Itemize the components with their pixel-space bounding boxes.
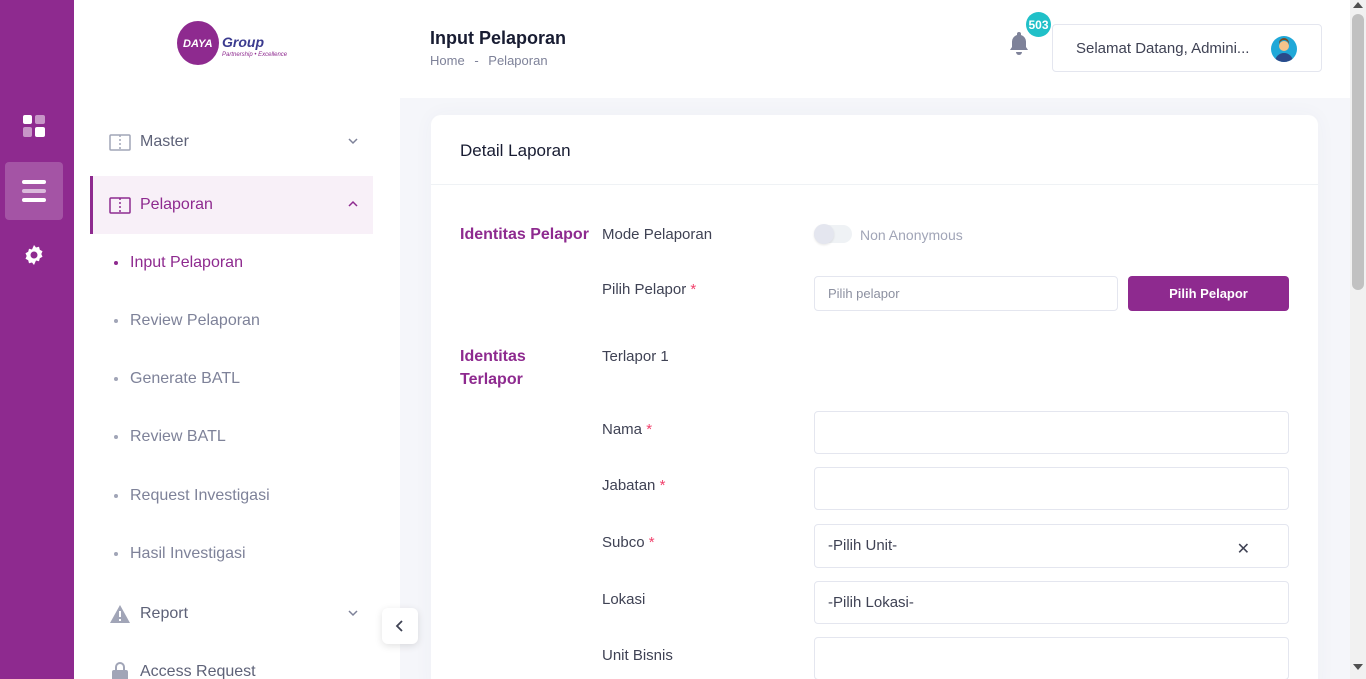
clear-icon[interactable]: ✕	[1237, 539, 1250, 559]
section-identitas-terlapor: Identitas Terlapor	[460, 345, 526, 391]
jabatan-input[interactable]	[814, 467, 1289, 510]
user-menu-button[interactable]: Selamat Datang, Admini...	[1052, 24, 1322, 72]
sidebar-item-label: Access Request	[140, 663, 256, 679]
mode-pelaporan-label: Mode Pelaporan	[602, 226, 713, 243]
svg-text:Group: Group	[222, 34, 264, 50]
required-mark: *	[690, 281, 697, 298]
required-mark: *	[648, 534, 655, 551]
gear-icon	[25, 245, 43, 265]
book-icon	[109, 197, 131, 214]
company-logo[interactable]: DAYA Group Partnership • Excellence	[176, 20, 306, 66]
svg-text:Partnership • Excellence: Partnership • Excellence	[222, 52, 288, 58]
sidebar-subitem-generate-batl[interactable]: Generate BATL	[114, 364, 240, 394]
chevron-down-icon	[348, 138, 358, 145]
book-icon	[109, 134, 131, 151]
menu-list-icon	[22, 180, 46, 202]
field-label-text: Nama	[602, 421, 643, 438]
bell-icon[interactable]	[1006, 30, 1032, 56]
pilih-pelapor-label: Pilih Pelapor *	[602, 281, 696, 298]
detail-laporan-card: Detail Laporan Identitas Pelapor Mode Pe…	[431, 115, 1318, 679]
lock-icon	[112, 662, 128, 679]
avatar	[1271, 36, 1297, 62]
nama-label: Nama *	[602, 421, 652, 438]
sidebar-item-master[interactable]: Master	[90, 113, 373, 171]
sidebar-subitem-input-pelaporan[interactable]: Input Pelaporan	[114, 248, 243, 278]
sidebar: DAYA Group Partnership • Excellence Mast…	[74, 0, 400, 679]
breadcrumb-home[interactable]: Home	[430, 53, 465, 68]
breadcrumb-separator: -	[474, 53, 479, 68]
breadcrumb: Home - Pelaporan	[430, 53, 554, 68]
rail-dashboard-button[interactable]	[5, 97, 63, 155]
anonymous-toggle[interactable]	[814, 224, 852, 244]
sidebar-subitem-review-batl[interactable]: Review BATL	[114, 422, 226, 452]
field-label-text: Pilih Pelapor	[602, 281, 687, 298]
subco-selected-value: -Pilih Unit-	[828, 537, 898, 554]
subitem-label: Review BATL	[130, 428, 226, 445]
sidebar-item-report[interactable]: Report	[90, 585, 373, 643]
sidebar-item-label: Pelaporan	[140, 196, 213, 213]
warning-icon	[110, 605, 130, 623]
sidebar-item-access-request[interactable]: Access Request	[90, 643, 373, 679]
required-mark: *	[659, 477, 666, 494]
bullet-dot	[114, 319, 118, 323]
section-identitas-pelapor: Identitas Pelapor	[460, 226, 589, 243]
unit-bisnis-label: Unit Bisnis	[602, 647, 673, 664]
sidebar-item-label: Report	[140, 605, 189, 622]
sidebar-subitem-request-investigasi[interactable]: Request Investigasi	[114, 481, 270, 511]
sidebar-collapse-button[interactable]	[382, 608, 418, 644]
section-label-line: Terlapor	[460, 371, 523, 388]
subco-select[interactable]: -Pilih Unit- ✕	[814, 524, 1289, 568]
subitem-label: Input Pelaporan	[130, 254, 243, 271]
toggle-knob	[814, 224, 834, 244]
pilih-pelapor-button[interactable]: Pilih Pelapor	[1128, 276, 1289, 311]
chevron-down-icon	[348, 610, 358, 617]
sidebar-subitem-review-pelaporan[interactable]: Review Pelaporan	[114, 306, 260, 336]
lokasi-label: Lokasi	[602, 591, 646, 608]
chevron-up-icon	[348, 200, 358, 207]
scrollbar-thumb[interactable]	[1352, 14, 1364, 290]
divider	[431, 184, 1318, 185]
pilih-pelapor-input[interactable]	[814, 276, 1118, 311]
subitem-label: Hasil Investigasi	[130, 545, 246, 562]
arrow-left-icon	[395, 620, 403, 632]
sidebar-item-label: Master	[140, 133, 189, 150]
icon-rail	[0, 0, 74, 679]
lokasi-select[interactable]: -Pilih Lokasi-	[814, 581, 1289, 624]
unit-bisnis-select[interactable]	[814, 637, 1289, 679]
bullet-dot	[114, 435, 118, 439]
subitem-label: Generate BATL	[130, 370, 240, 387]
jabatan-label: Jabatan *	[602, 477, 665, 494]
breadcrumb-current: Pelaporan	[488, 53, 548, 68]
svg-text:DAYA: DAYA	[183, 38, 213, 50]
bullet-dot	[114, 494, 118, 498]
scroll-down-arrow[interactable]	[1353, 664, 1363, 670]
section-label-line: Identitas	[460, 348, 526, 365]
notification-badge: 503	[1026, 12, 1051, 37]
subitem-label: Request Investigasi	[130, 487, 270, 504]
required-mark: *	[646, 421, 653, 438]
bullet-dot	[114, 552, 118, 556]
lokasi-selected-value: -Pilih Lokasi-	[828, 594, 914, 611]
sidebar-item-pelaporan[interactable]: Pelaporan	[90, 176, 373, 234]
subco-label: Subco *	[602, 534, 655, 551]
terlapor-header: Terlapor 1	[602, 348, 669, 365]
field-label-text: Jabatan	[602, 477, 656, 494]
bullet-dot	[114, 261, 118, 265]
subitem-label: Review Pelaporan	[130, 312, 260, 329]
field-label-text: Subco	[602, 534, 645, 551]
dashboard-icon	[23, 115, 45, 137]
rail-settings-button[interactable]	[5, 226, 63, 284]
top-header: Input Pelaporan Home - Pelaporan 503 Sel…	[400, 0, 1350, 98]
rail-menu-button[interactable]	[5, 162, 63, 220]
toggle-state-label: Non Anonymous	[860, 227, 963, 243]
page-title: Input Pelaporan	[430, 28, 567, 48]
bullet-dot	[114, 377, 118, 381]
scroll-up-arrow[interactable]	[1353, 2, 1363, 8]
user-greeting: Selamat Datang, Admini...	[1076, 40, 1250, 57]
card-title: Detail Laporan	[460, 141, 571, 160]
sidebar-subitem-hasil-investigasi[interactable]: Hasil Investigasi	[114, 539, 246, 569]
nama-input[interactable]	[814, 411, 1289, 454]
